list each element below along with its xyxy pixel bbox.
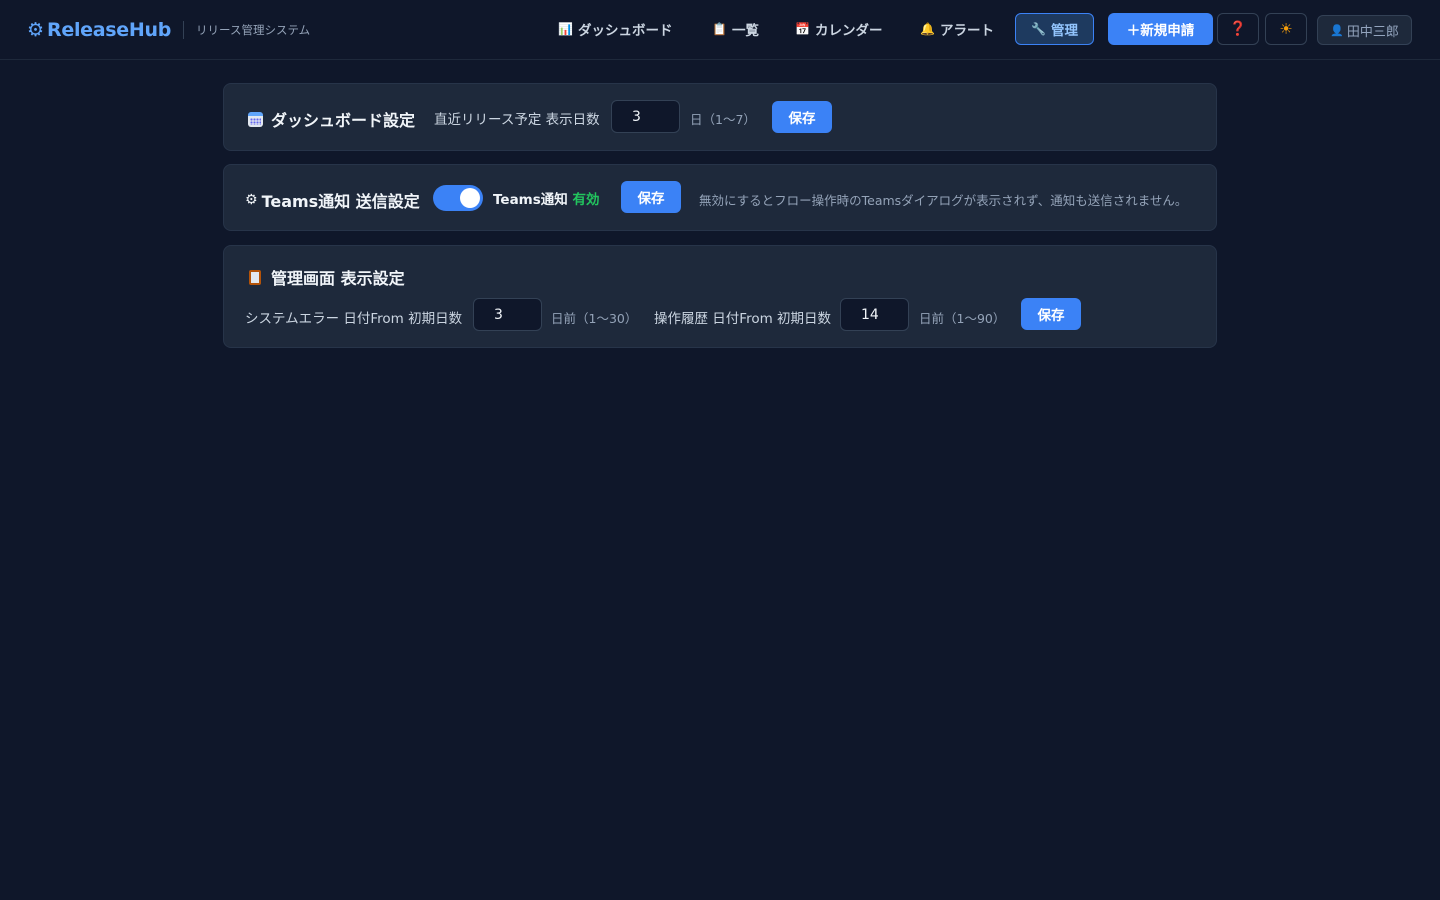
- help-button[interactable]: ❓: [1217, 13, 1259, 45]
- nav-label: カレンダー: [814, 23, 883, 39]
- nav-label: アラート: [939, 23, 994, 39]
- calendar-icon: 📅: [795, 22, 810, 36]
- user-name: 田中三郎: [1346, 24, 1399, 40]
- history-days-hint: 日前（1〜90）: [919, 311, 1006, 326]
- nav-label: ダッシュボード: [577, 23, 673, 39]
- teams-settings-card: ⚙ Teams通知 送信設定 Teams通知 有効 保存 無効にするとフロー操作…: [223, 164, 1217, 231]
- card-title-text: ダッシュボード設定: [271, 111, 416, 130]
- admin-display-settings-title: 管理画面 表示設定: [249, 265, 405, 289]
- clipboard-icon: [249, 269, 261, 285]
- teams-settings-title: ⚙ Teams通知 送信設定: [245, 188, 420, 212]
- upcoming-days-label: 直近リリース予定 表示日数: [434, 112, 600, 128]
- status-enabled-text: 有効: [572, 192, 600, 208]
- admin-display-settings-card: 管理画面 表示設定 システムエラー 日付From 初期日数 日前（1〜30） 操…: [223, 245, 1217, 348]
- history-days-input[interactable]: [840, 298, 909, 331]
- brand-subtitle: リリース管理システム: [196, 23, 311, 37]
- system-error-days-input[interactable]: [473, 298, 542, 331]
- card-title-text: Teams通知 送信設定: [261, 192, 420, 211]
- system-error-days-hint: 日前（1〜30）: [551, 311, 638, 326]
- save-admin-display-button[interactable]: 保存: [1021, 298, 1081, 330]
- brand[interactable]: ⚙ ReleaseHub リリース管理システム: [27, 17, 310, 43]
- save-dashboard-button[interactable]: 保存: [772, 101, 832, 133]
- calendar-icon: [248, 111, 263, 127]
- gear-icon: ⚙: [245, 192, 258, 208]
- system-error-days-label: システムエラー 日付From 初期日数: [245, 311, 463, 327]
- nav-calendar[interactable]: 📅 カレンダー: [795, 13, 882, 45]
- question-icon: ❓: [1229, 21, 1247, 37]
- new-request-button[interactable]: ＋新規申請: [1108, 13, 1213, 45]
- save-teams-button[interactable]: 保存: [621, 181, 681, 213]
- bell-icon: 🔔: [920, 22, 935, 36]
- upcoming-days-hint: 日（1〜7）: [690, 112, 756, 127]
- nav-label: 一覧: [731, 23, 759, 39]
- nav-label: 管理: [1050, 23, 1078, 39]
- chart-icon: 📊: [558, 22, 573, 36]
- card-title-text: 管理画面 表示設定: [271, 269, 405, 288]
- user-menu-button[interactable]: 👤 田中三郎: [1317, 15, 1412, 45]
- user-icon: 👤: [1330, 23, 1344, 37]
- teams-setting-note: 無効にするとフロー操作時のTeamsダイアログが表示されず、通知も送信されません…: [699, 193, 1188, 208]
- history-days-label: 操作履歴 日付From 初期日数: [654, 311, 832, 327]
- teams-notification-toggle[interactable]: [433, 185, 483, 211]
- toggle-label-text: Teams通知: [493, 192, 568, 208]
- nav-dashboard[interactable]: 📊 ダッシュボード: [558, 13, 672, 45]
- top-header: ⚙ ReleaseHub リリース管理システム 📊 ダッシュボード 📋 一覧 📅…: [0, 0, 1440, 60]
- wrench-icon: 🔧: [1031, 22, 1046, 36]
- sun-icon: ☀: [1279, 20, 1293, 38]
- brand-name[interactable]: ReleaseHub: [47, 19, 171, 41]
- teams-toggle-label: Teams通知 有効: [493, 188, 600, 208]
- toggle-knob: [460, 188, 480, 208]
- nav-admin[interactable]: 🔧 管理: [1015, 13, 1094, 45]
- brand-divider: [183, 21, 185, 39]
- nav-list[interactable]: 📋 一覧: [712, 13, 759, 45]
- dashboard-settings-title: ダッシュボード設定: [248, 107, 415, 131]
- dashboard-settings-card: ダッシュボード設定 直近リリース予定 表示日数 日（1〜7） 保存: [223, 83, 1217, 151]
- nav-alert[interactable]: 🔔 アラート: [920, 13, 994, 45]
- clipboard-icon: 📋: [712, 22, 727, 36]
- gear-icon: ⚙: [27, 18, 45, 41]
- theme-toggle-button[interactable]: ☀: [1265, 13, 1307, 45]
- upcoming-days-input[interactable]: [611, 100, 680, 133]
